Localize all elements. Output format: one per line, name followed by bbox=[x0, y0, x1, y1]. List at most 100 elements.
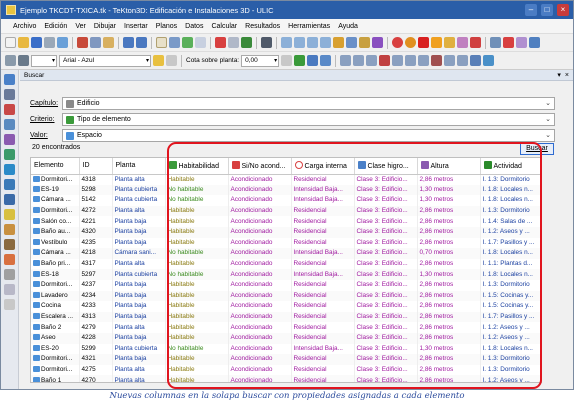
undo-icon[interactable] bbox=[123, 37, 134, 48]
table-row[interactable]: Salón co... 4221 Planta baja Habitable Acond… bbox=[31, 216, 541, 227]
orbit-icon[interactable] bbox=[359, 37, 370, 48]
column-icon[interactable] bbox=[418, 55, 430, 66]
print-icon[interactable] bbox=[44, 37, 55, 48]
hatch-tool-icon[interactable] bbox=[4, 239, 15, 250]
panel-pin-icon[interactable]: ▾ bbox=[557, 71, 561, 79]
duct-icon[interactable] bbox=[470, 55, 482, 66]
pan-icon[interactable] bbox=[333, 37, 344, 48]
cota-up-icon[interactable] bbox=[281, 55, 293, 66]
menu-datos[interactable]: Datos bbox=[181, 23, 207, 30]
polyline-tool-icon[interactable] bbox=[4, 164, 15, 175]
open-folder-icon[interactable] bbox=[18, 37, 29, 48]
stop-icon[interactable] bbox=[392, 37, 403, 48]
new-file-icon[interactable] bbox=[5, 37, 16, 48]
search-button[interactable]: Buscar bbox=[520, 143, 554, 155]
table-row[interactable]: ES-18 5297 Planta cubierta No habitable Acon… bbox=[31, 269, 541, 280]
table-row[interactable]: Cocina 4233 Planta baja Habitable Acondicion… bbox=[31, 301, 541, 312]
zoom-window-icon[interactable] bbox=[307, 37, 318, 48]
close-window-button[interactable]: × bbox=[557, 4, 569, 16]
elevation-icon[interactable] bbox=[320, 55, 332, 66]
table-row[interactable]: Baño 2 4279 Planta alta Habitable Acondicion… bbox=[31, 322, 541, 333]
snap-endpoint-icon[interactable] bbox=[4, 74, 15, 85]
zoom-in-icon[interactable] bbox=[281, 37, 292, 48]
col-header-acondicionado[interactable]: Si/No acond... bbox=[228, 158, 292, 175]
table-row[interactable]: Baño au... 4320 Planta baja Habitable Acondi… bbox=[31, 226, 541, 238]
circle-tool-icon[interactable] bbox=[4, 194, 15, 205]
redo-icon[interactable] bbox=[136, 37, 147, 48]
sum-icon[interactable] bbox=[261, 37, 272, 48]
report-icon[interactable] bbox=[516, 37, 527, 48]
color-icon[interactable] bbox=[444, 37, 455, 48]
cut-icon[interactable] bbox=[77, 37, 88, 48]
table-row[interactable]: Vestíbulo 4235 Planta baja Habitable Acondic… bbox=[31, 237, 541, 249]
move-icon[interactable] bbox=[169, 37, 180, 48]
slab-icon[interactable] bbox=[379, 55, 391, 66]
help-icon[interactable] bbox=[529, 37, 540, 48]
print-preview-icon[interactable] bbox=[57, 37, 68, 48]
layer-icon[interactable] bbox=[431, 37, 442, 48]
highlight-icon[interactable] bbox=[418, 37, 429, 48]
mirror-icon[interactable] bbox=[195, 37, 206, 48]
font-select[interactable]: Arial - Azul ▾ bbox=[59, 54, 151, 67]
table-row[interactable]: Dormitori... 4237 Planta baja Habitable Acon… bbox=[31, 279, 541, 291]
table-row[interactable]: Cámara ... 5142 Planta cubierta No habitabl… bbox=[31, 195, 541, 206]
table-row[interactable]: Aseo 4228 Planta baja Habitable Acondicionad… bbox=[31, 332, 541, 344]
table-row[interactable]: ES-20 5299 Planta cubierta No habitable Acon… bbox=[31, 343, 541, 355]
minimize-button[interactable]: – bbox=[525, 4, 537, 16]
check-icon[interactable] bbox=[241, 37, 252, 48]
menu-resultados[interactable]: Resultados bbox=[241, 23, 284, 30]
text-tool-icon[interactable] bbox=[4, 224, 15, 235]
table-row[interactable]: Lavadero 4234 Planta baja Habitable Acondici… bbox=[31, 290, 541, 302]
pipe-icon[interactable] bbox=[483, 55, 495, 66]
section-icon[interactable] bbox=[470, 37, 481, 48]
panel-close-button[interactable]: × bbox=[565, 72, 569, 79]
table-row[interactable]: Dormitori... 4275 Planta alta Habitable Acon… bbox=[31, 364, 541, 376]
warning-icon[interactable] bbox=[405, 37, 416, 48]
space-icon[interactable] bbox=[405, 55, 417, 66]
text-style-icon[interactable] bbox=[153, 55, 164, 66]
menu-archivo[interactable]: Archivo bbox=[9, 23, 40, 30]
rotate-icon[interactable] bbox=[182, 37, 193, 48]
select-icon[interactable] bbox=[156, 37, 167, 48]
roof-icon[interactable] bbox=[392, 55, 404, 66]
material-icon[interactable] bbox=[457, 37, 468, 48]
grid-icon[interactable] bbox=[5, 55, 16, 66]
zoom-out-icon[interactable] bbox=[294, 37, 305, 48]
window-icon[interactable] bbox=[366, 55, 378, 66]
cota-input[interactable]: 0,00 ▾ bbox=[241, 54, 280, 67]
block-tool-icon[interactable] bbox=[4, 254, 15, 265]
col-header-id[interactable]: ID bbox=[79, 158, 113, 175]
table-row[interactable]: Baño pri... 4317 Planta alta Habitable Acond… bbox=[31, 258, 541, 270]
col-header-clase-higrometrica[interactable]: Clase higro... bbox=[354, 158, 418, 175]
menu-dibujar[interactable]: Dibujar bbox=[90, 23, 120, 30]
menu-insertar[interactable]: Insertar bbox=[120, 23, 152, 30]
line-tool-icon[interactable] bbox=[4, 149, 15, 160]
table-row[interactable]: Escalera ... 4313 Planta baja Habitable Acon… bbox=[31, 311, 541, 323]
door-icon[interactable] bbox=[353, 55, 365, 66]
snap-perpendicular-icon[interactable] bbox=[4, 134, 15, 145]
layer-tool-icon[interactable] bbox=[4, 269, 15, 280]
col-header-altura[interactable]: Altura bbox=[417, 158, 481, 175]
col-header-habitabilidad[interactable]: Habitabilidad bbox=[165, 158, 229, 175]
table-row[interactable]: Cámara ... 4218 Cámara sani... No habitable… bbox=[31, 248, 541, 259]
col-header-elemento[interactable]: Elemento bbox=[31, 158, 80, 175]
menu-ver[interactable]: Ver bbox=[71, 23, 90, 30]
menu-planos[interactable]: Planos bbox=[152, 23, 181, 30]
snap-midpoint-icon[interactable] bbox=[4, 89, 15, 100]
pencil-icon[interactable] bbox=[503, 37, 514, 48]
more-tools-icon[interactable] bbox=[4, 299, 15, 310]
col-header-carga-interna[interactable]: Carga interna bbox=[291, 158, 355, 175]
railing-icon[interactable] bbox=[457, 55, 469, 66]
arc-tool-icon[interactable] bbox=[4, 179, 15, 190]
snap-intersection-icon[interactable] bbox=[4, 119, 15, 130]
copy-icon[interactable] bbox=[90, 37, 101, 48]
beam-icon[interactable] bbox=[431, 55, 443, 66]
zoom-all-icon[interactable] bbox=[320, 37, 331, 48]
stair-icon[interactable] bbox=[444, 55, 456, 66]
menu-ayuda[interactable]: Ayuda bbox=[334, 23, 362, 30]
snap-icon[interactable] bbox=[18, 55, 29, 66]
text-format-icon[interactable] bbox=[166, 55, 177, 66]
properties-icon[interactable] bbox=[228, 37, 239, 48]
render-icon[interactable] bbox=[372, 37, 383, 48]
criterio-select[interactable]: Tipo de elemento ⌄ bbox=[62, 113, 555, 126]
